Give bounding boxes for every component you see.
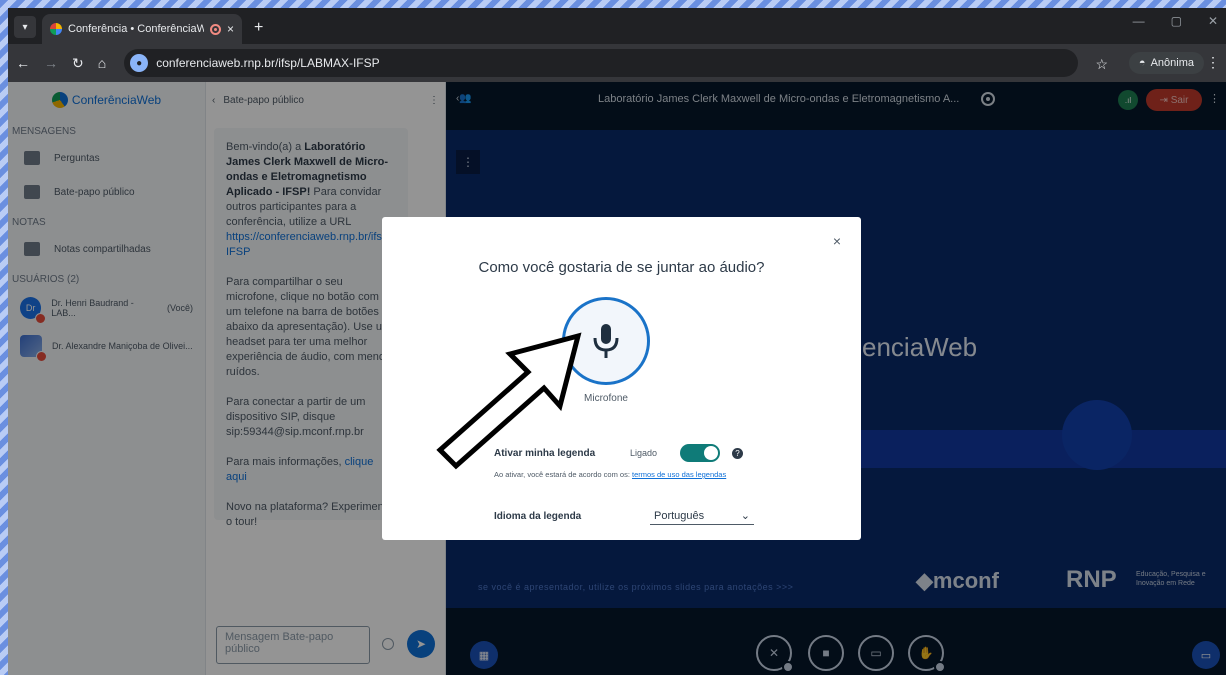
annotation-arrow-icon	[436, 332, 582, 470]
home-button[interactable]: ⌂	[98, 55, 106, 71]
new-tab-button[interactable]: +	[254, 19, 263, 37]
tab-close-button[interactable]: ×	[227, 22, 234, 36]
conference-app: ConferênciaWeb MENSAGENS Perguntas Bate-…	[8, 82, 1226, 675]
chevron-down-icon: ⌄	[740, 510, 750, 522]
caption-state: Ligado	[630, 448, 658, 458]
maximize-button[interactable]: ▢	[1171, 14, 1182, 28]
tab-title: Conferência • ConferênciaW	[68, 23, 204, 35]
minimize-button[interactable]: —	[1133, 14, 1145, 28]
language-label: Idioma da legenda	[494, 510, 582, 522]
favicon-icon	[50, 23, 62, 35]
language-row: Idioma da legenda Português ⌄	[494, 507, 754, 525]
bookmark-star-icon[interactable]: ☆	[1095, 56, 1108, 73]
caption-toggle[interactable]	[680, 444, 720, 462]
site-info-icon[interactable]: ●	[130, 54, 149, 72]
tab-conferencia[interactable]: Conferência • ConferênciaW ×	[42, 14, 242, 44]
incognito-icon: ◓	[1138, 57, 1146, 69]
language-value: Português	[654, 509, 705, 522]
tab-search-button[interactable]: ▾	[14, 16, 36, 38]
modal-title: Como você gostaria de se juntar ao áudio…	[478, 259, 765, 276]
forward-button[interactable]: →	[44, 55, 58, 71]
tab-strip: ▾ Conferência • ConferênciaW × + — ▢ ✕	[8, 8, 1226, 44]
close-modal-button[interactable]: ×	[833, 233, 841, 249]
window-controls: — ▢ ✕	[1133, 14, 1218, 28]
browser-menu-icon[interactable]: ⋮	[1206, 54, 1220, 71]
back-button[interactable]: ←	[16, 55, 30, 71]
language-select[interactable]: Português ⌄	[650, 507, 754, 525]
browser-toolbar: ← → ↻ ⌂ ● conferenciaweb.rnp.br/ifsp/LAB…	[8, 44, 1226, 82]
help-icon[interactable]: ?	[732, 447, 743, 459]
recording-icon	[209, 23, 221, 35]
microphone-icon	[593, 324, 619, 358]
address-bar[interactable]: ● conferenciaweb.rnp.br/ifsp/LABMAX-IFSP	[124, 49, 1078, 77]
url-text: conferenciaweb.rnp.br/ifsp/LABMAX-IFSP	[156, 56, 380, 70]
browser-window: ▾ Conferência • ConferênciaW × + — ▢ ✕ ←…	[8, 8, 1226, 675]
reload-button[interactable]: ↻	[72, 55, 84, 72]
close-window-button[interactable]: ✕	[1208, 14, 1218, 28]
incognito-badge[interactable]: ◓ Anônima	[1128, 52, 1204, 74]
terms-link[interactable]: termos de uso das legendas	[632, 470, 726, 479]
incognito-label: Anônima	[1150, 57, 1194, 69]
